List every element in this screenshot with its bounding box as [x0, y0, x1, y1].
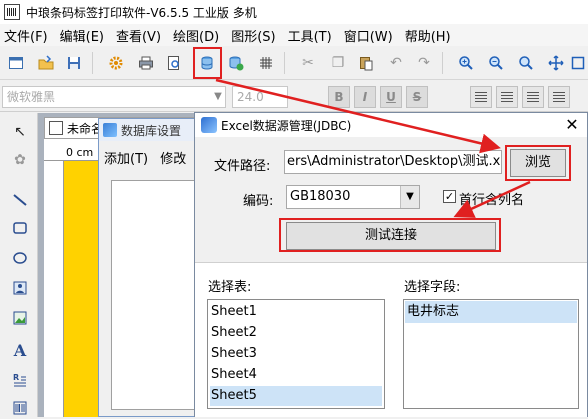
italic-button[interactable]: I	[354, 86, 376, 108]
label-canvas-margin	[64, 161, 98, 417]
database-button-highlight	[193, 47, 222, 79]
title-bar: 中琅条码标签打印软件-V6.5.5 工业版 多机	[0, 0, 588, 24]
excel-dialog-title-bar: Excel数据源管理(JDBC)	[195, 113, 587, 137]
undo-icon[interactable]: ↶	[386, 53, 406, 73]
barcode-icon[interactable]	[9, 397, 31, 419]
ellipse-icon[interactable]	[9, 247, 31, 269]
menu-window[interactable]: 窗口(W)	[344, 26, 393, 45]
fit-page-icon[interactable]	[546, 53, 566, 73]
rotate-icon[interactable]: ✿	[9, 149, 31, 171]
database-settings-title: 数据库设置	[121, 123, 182, 138]
copy-icon[interactable]: ❐	[328, 53, 348, 73]
align-justify-button[interactable]	[548, 86, 570, 108]
ruler-unit-label: 0 cm	[66, 146, 94, 159]
paste-icon[interactable]	[356, 53, 376, 73]
open-icon[interactable]	[36, 53, 56, 73]
align-left-button[interactable]	[470, 86, 492, 108]
encoding-label: 编码:	[243, 194, 274, 209]
first-row-header-label[interactable]: 首行含列名	[459, 189, 524, 208]
list-item[interactable]: Sheet1	[210, 302, 382, 322]
db-menu-add[interactable]: 添加(T)	[104, 152, 148, 167]
first-row-header-checkbox[interactable]: ✓	[443, 190, 456, 203]
database-settings-title-bar: 数据库设置	[99, 119, 197, 141]
zoom-in-icon[interactable]	[456, 53, 476, 73]
strike-button[interactable]: S	[406, 86, 428, 108]
test-connection-highlight	[279, 218, 501, 252]
list-item-selected[interactable]: Sheet5	[210, 386, 382, 406]
close-icon[interactable]: ✕	[562, 115, 582, 135]
select-table-label: 选择表:	[208, 280, 252, 295]
window-title: 中琅条码标签打印软件-V6.5.5 工业版 多机	[26, 5, 257, 20]
left-tool-panel: ↖ ✿ A R	[0, 113, 38, 417]
align-center-button[interactable]	[496, 86, 518, 108]
rectangle-icon[interactable]	[9, 217, 31, 239]
fullscreen-icon[interactable]	[568, 53, 588, 73]
app-barcode-icon	[4, 4, 20, 20]
menu-tools[interactable]: 工具(T)	[288, 26, 332, 45]
print-preview-icon[interactable]	[164, 53, 184, 73]
excel-dialog-icon	[201, 117, 217, 133]
print-icon[interactable]	[136, 53, 156, 73]
chevron-down-icon[interactable]: ▼	[400, 186, 419, 208]
list-item[interactable]: Sheet4	[210, 365, 382, 385]
font-select-arrow-icon[interactable]: ▼	[211, 87, 225, 107]
font-size-select[interactable]: 24.0	[232, 86, 288, 108]
select-field-label: 选择字段:	[404, 280, 461, 295]
db-menu-modify[interactable]: 修改	[160, 152, 186, 167]
menu-view[interactable]: 查看(V)	[116, 26, 161, 45]
text-icon[interactable]: A	[9, 339, 31, 361]
menu-draw[interactable]: 绘图(D)	[173, 26, 219, 45]
line-icon[interactable]	[9, 189, 31, 211]
database-settings-icon	[103, 123, 117, 137]
database-settings-menu: 添加(T) 修改	[104, 148, 186, 167]
align-right-button[interactable]	[522, 86, 544, 108]
settings-icon[interactable]	[106, 53, 126, 73]
redo-icon[interactable]: ↷	[414, 53, 434, 73]
database-list[interactable]	[111, 180, 198, 410]
list-item[interactable]: Sheet3	[210, 344, 382, 364]
underline-button[interactable]: U	[380, 86, 402, 108]
main-toolbar: ✂ ❐ ↶ ↷	[0, 46, 588, 80]
menu-bar: 文件(F) 编辑(E) 查看(V) 绘图(D) 图形(S) 工具(T) 窗口(W…	[0, 24, 588, 46]
list-item[interactable]: Sheet2	[210, 323, 382, 343]
svg-text:R: R	[13, 373, 19, 382]
font-select[interactable]: 微软雅黑	[2, 86, 226, 108]
database-add-icon[interactable]	[226, 53, 246, 73]
menu-shape[interactable]: 图形(S)	[231, 26, 275, 45]
bold-button[interactable]: B	[328, 86, 350, 108]
excel-dialog-title: Excel数据源管理(JDBC)	[221, 118, 352, 133]
menu-help[interactable]: 帮助(H)	[405, 26, 451, 45]
zoom-out-icon[interactable]	[486, 53, 506, 73]
save-icon[interactable]	[64, 53, 84, 73]
menu-file[interactable]: 文件(F)	[4, 26, 48, 45]
multiline-text-icon[interactable]: R	[9, 369, 31, 391]
image-icon[interactable]	[9, 277, 31, 299]
document-icon	[49, 121, 63, 135]
browse-button-highlight	[505, 145, 571, 181]
file-path-label: 文件路径:	[214, 159, 271, 174]
ruler-vertical	[44, 161, 64, 417]
grid-icon[interactable]	[256, 53, 276, 73]
picture-icon[interactable]	[9, 307, 31, 329]
file-path-input[interactable]: ers\Administrator\Desktop\测试.xls	[284, 150, 502, 174]
new-icon[interactable]	[6, 53, 26, 73]
menu-edit[interactable]: 编辑(E)	[60, 26, 104, 45]
cut-icon[interactable]: ✂	[298, 53, 318, 73]
field-list-item[interactable]: 电井标志	[405, 301, 577, 323]
pointer-icon[interactable]: ↖	[9, 121, 31, 143]
zoom-fit-icon[interactable]	[516, 53, 536, 73]
